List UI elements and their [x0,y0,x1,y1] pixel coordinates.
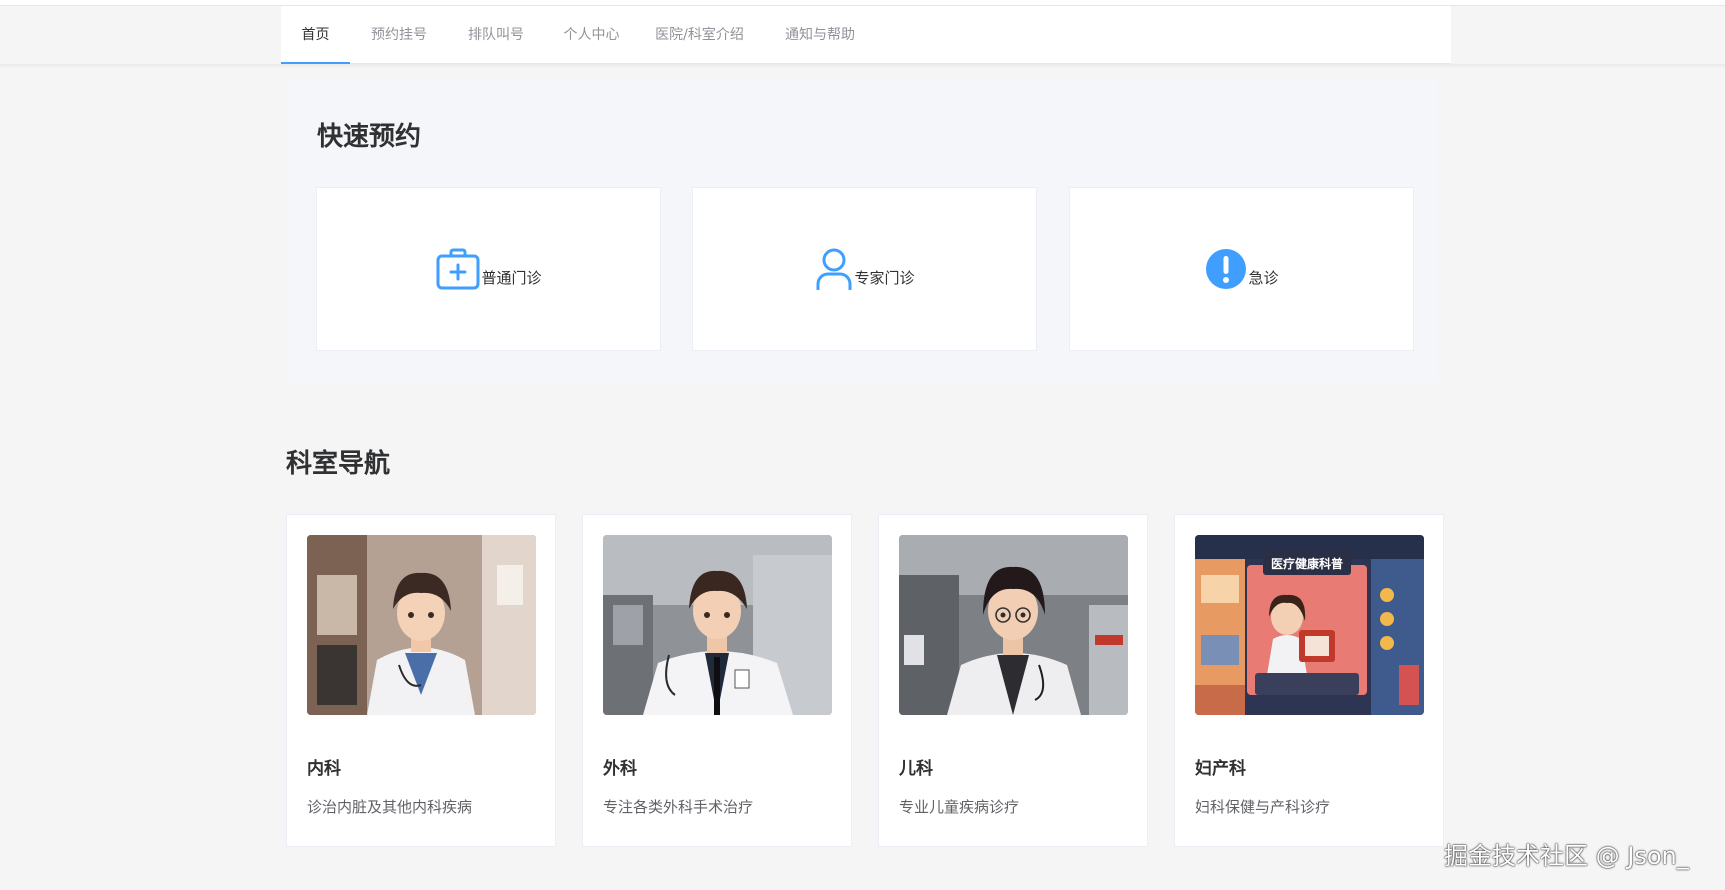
tab-queue[interactable]: 排队叫号 [448,6,544,64]
department-card-internal-medicine[interactable]: 内科 诊治内脏及其他内科疾病 [286,514,556,847]
department-card-pediatrics[interactable]: 儿科 专业儿童疾病诊疗 [878,514,1148,847]
quick-appointment-panel: 快速预约 普通门诊 专家门诊 急诊 [288,80,1438,382]
tab-hospital-intro[interactable]: 医院/科室介绍 [639,6,760,64]
tab-notice-help[interactable]: 通知与帮助 [760,6,880,64]
first-aid-kit-icon [435,248,479,290]
watermark: 掘金技术社区 @ Json_ [1444,842,1689,870]
department-name: 儿科 [899,759,933,779]
user-icon [814,248,852,290]
department-name: 外科 [603,759,637,779]
emergency-label: 急诊 [1248,269,1279,287]
tab-appointment[interactable]: 预约挂号 [350,6,448,64]
quick-card-general-clinic[interactable]: 普通门诊 [316,187,661,351]
tab-home[interactable]: 首页 [281,6,350,64]
department-image-obstetrics-gynecology: 医疗健康科普 [1195,535,1424,715]
tab-profile[interactable]: 个人中心 [544,6,639,64]
department-image-internal-medicine [307,535,536,715]
department-description: 专业儿童疾病诊疗 [899,798,1020,816]
department-nav-title: 科室导航 [286,449,391,479]
poster-title: 医疗健康科普 [1271,556,1343,571]
department-image-pediatrics [899,535,1128,715]
nav-shadow [0,64,1725,68]
quick-card-emergency[interactable]: 急诊 [1069,187,1414,351]
warning-icon [1204,248,1246,290]
department-description: 专注各类外科手术治疗 [603,798,754,816]
general-clinic-label: 普通门诊 [481,269,542,287]
quick-card-expert-clinic[interactable]: 专家门诊 [692,187,1037,351]
department-description: 妇科保健与产科诊疗 [1195,798,1331,816]
department-image-surgery [603,535,832,715]
department-name: 内科 [307,759,341,779]
department-description: 诊治内脏及其他内科疾病 [307,798,473,816]
quick-appointment-title: 快速预约 [317,122,422,152]
department-name: 妇产科 [1195,759,1246,779]
expert-clinic-label: 专家门诊 [854,269,915,287]
main-nav: 首页 预约挂号 排队叫号 个人中心 医院/科室介绍 通知与帮助 [281,6,1451,64]
department-card-obstetrics-gynecology[interactable]: 医疗健康科普 妇产科 妇科保健与产科诊疗 [1174,514,1444,847]
department-card-surgery[interactable]: 外科 专注各类外科手术治疗 [582,514,852,847]
